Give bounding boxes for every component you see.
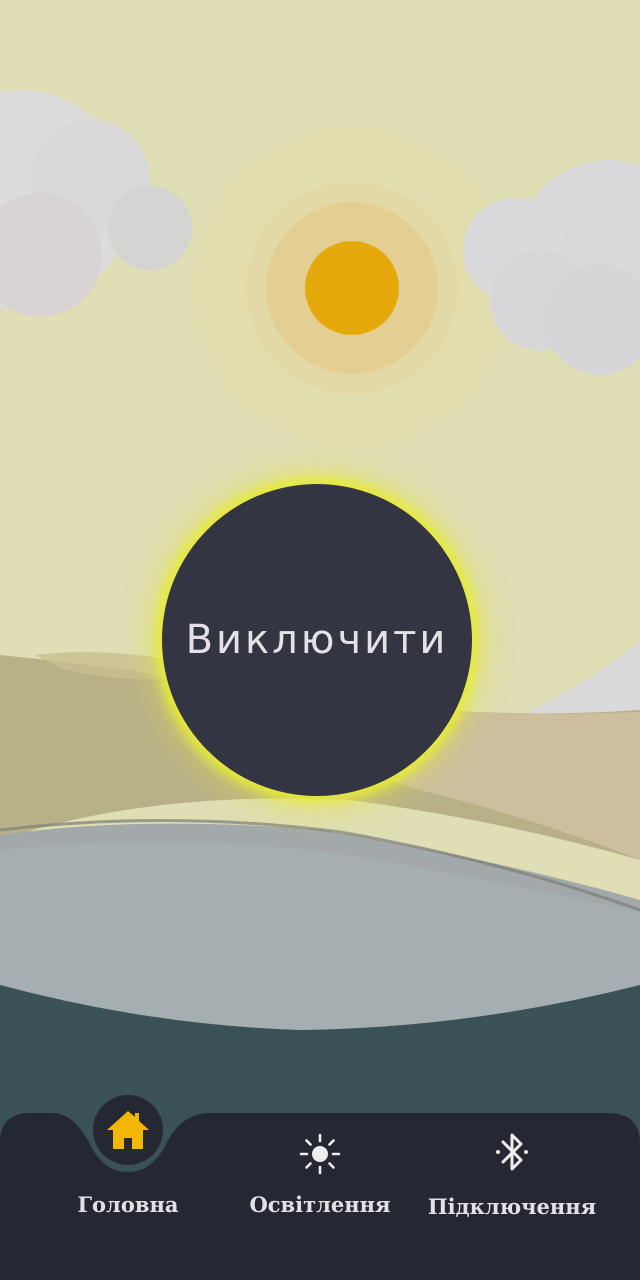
sun-icon [299,1133,341,1175]
nav-item-connection[interactable]: Підключення [422,1120,602,1219]
sun [305,241,399,335]
power-toggle-button[interactable]: Виключити [162,484,472,796]
nav-item-lighting[interactable]: Освітлення [240,1120,400,1217]
nav-label-home: Головна [77,1192,179,1217]
nav-item-home[interactable]: Головна [58,1120,198,1217]
power-button-label: Виключити [185,617,449,663]
nav-label-lighting: Освітлення [249,1192,391,1217]
nav-label-connection: Підключення [427,1194,597,1219]
bluetooth-icon [496,1133,528,1171]
